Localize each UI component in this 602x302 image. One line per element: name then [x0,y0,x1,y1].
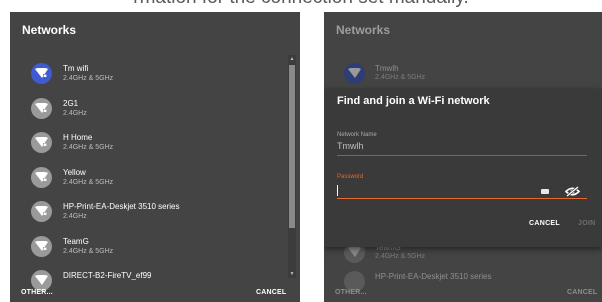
hide-password-icon[interactable] [565,186,580,197]
dialog-cancel-button[interactable]: CANCEL [529,220,560,227]
networks-panel-with-dialog: Networks Tmwlh 2.4GHz & 5GHz TeamG 2.4GH… [324,12,602,302]
dialog-title: Find and join a Wi-Fi network [337,95,490,107]
network-ssid: HP-Print-EA-Deskjet 3510 series [375,272,492,281]
password-underline [337,198,587,199]
network-name-label: Network Name [337,132,377,138]
password-label: Password [337,174,364,180]
network-name-underline [337,155,587,156]
cancel-button[interactable]: CANCEL [567,289,597,296]
wifi-lock-icon [31,97,52,119]
network-item: Tmwlh 2.4GHz & 5GHz [324,55,602,89]
wifi-lock-icon [31,270,52,291]
network-freq: 2.4GHz [63,213,87,220]
other-button[interactable]: OTHER... [335,289,367,296]
text-cursor [337,185,338,196]
wifi-lock-icon [31,201,52,222]
network-freq: 2.4GHz & 5GHz [63,178,114,186]
caption-text: rmation for the connection set manually. [0,0,602,9]
scroll-down-icon[interactable]: ▼ [288,270,296,278]
network-freq: 2.4GHz & 5GHz [63,75,114,82]
network-ssid: Yellow [63,167,86,177]
network-ssid: HP-Print-EA-Deskjet 3510 series [63,202,180,211]
panel-title: Networks [336,23,391,37]
network-item[interactable]: 2G1 2.4GHz [10,90,288,125]
network-item[interactable]: H Home 2.4GHz & 5GHz [10,124,288,159]
networks-panel: Networks Tm wifi 2.4GHz & 5GHz 2G1 2.4GH… [10,12,300,302]
network-ssid: 2G1 [63,98,79,108]
network-ssid: H Home [63,133,93,142]
wifi-lock-icon [31,235,52,257]
wifi-lock-icon [31,63,52,84]
network-freq: 2.4GHz & 5GHz [63,247,114,255]
scroll-up-icon[interactable]: ▲ [288,55,296,63]
panel-title: Networks [22,23,77,37]
network-ssid: Tmwlh [375,64,399,73]
join-network-dialog: Find and join a Wi-Fi network Network Na… [324,89,602,247]
wifi-lock-icon [344,63,365,84]
network-item[interactable]: Tm wifi 2.4GHz & 5GHz [10,55,288,90]
scrollbar[interactable]: ▲ ▼ [288,55,296,278]
keyboard-icon[interactable] [541,189,549,194]
wifi-lock-icon [31,166,52,188]
network-ssid: Tm wifi [63,64,89,73]
password-field[interactable] [337,184,537,196]
other-button[interactable]: OTHER... [21,289,53,296]
scroll-thumb[interactable] [289,65,295,228]
network-freq: 2.4GHz & 5GHz [375,253,426,260]
join-button[interactable]: JOIN [578,220,596,227]
cancel-button[interactable]: CANCEL [256,289,286,296]
network-ssid: TeamG [63,236,89,246]
network-item[interactable]: HP-Print-EA-Deskjet 3510 series 2.4GHz [10,193,288,228]
network-freq: 2.4GHz [63,109,87,117]
caption-strip: rmation for the connection set manually. [0,0,602,12]
network-item[interactable]: Yellow 2.4GHz & 5GHz [10,159,288,194]
network-list: Tm wifi 2.4GHz & 5GHz 2G1 2.4GHz H Home … [10,55,288,297]
wifi-lock-icon [31,132,52,153]
network-name-field[interactable]: Tmwlh [337,141,364,151]
network-freq: 2.4GHz & 5GHz [63,144,114,151]
network-item[interactable]: TeamG 2.4GHz & 5GHz [10,228,288,263]
network-ssid: DIRECT-B2-FireTV_ef99 [63,271,152,280]
network-freq: 2.4GHz & 5GHz [375,74,426,81]
